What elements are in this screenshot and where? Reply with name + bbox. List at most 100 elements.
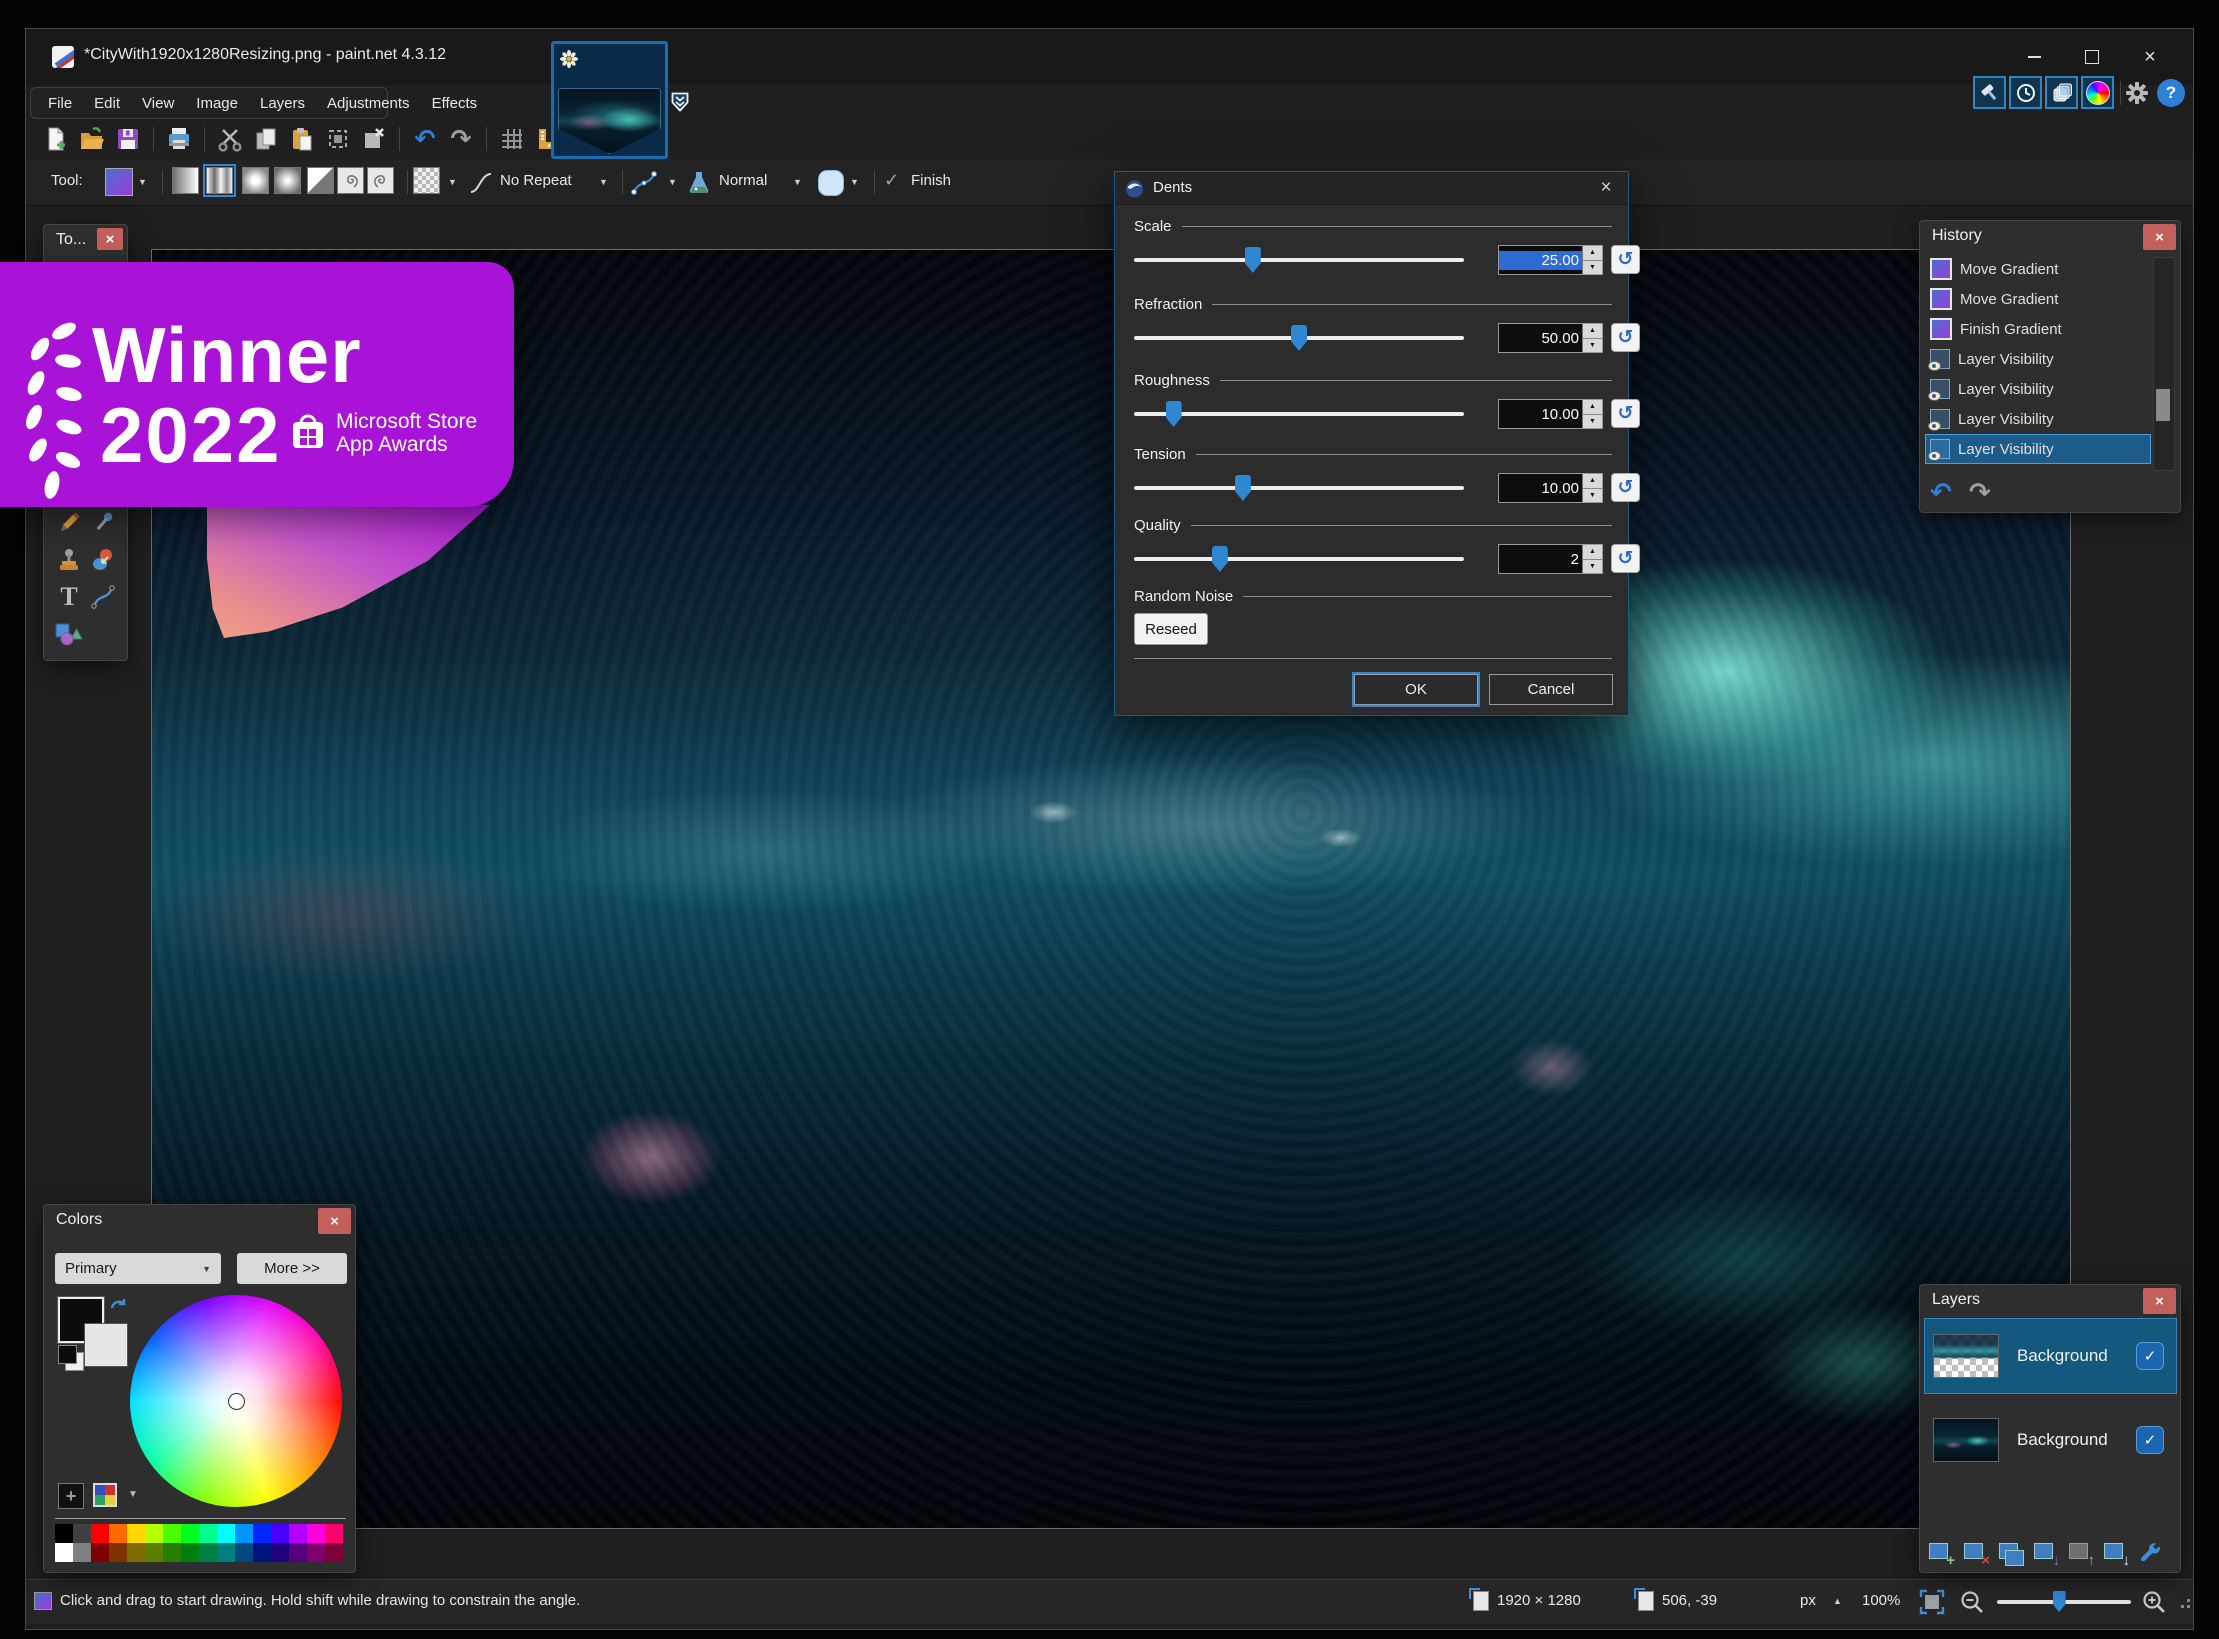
palette-swatch[interactable]	[73, 1524, 91, 1543]
refraction-slider-thumb[interactable]	[1291, 325, 1307, 351]
tension-value[interactable]: 10.00	[1499, 479, 1582, 498]
layer-row[interactable]: Background ✓	[1924, 1318, 2177, 1394]
save-icon[interactable]	[114, 125, 142, 153]
tension-slider[interactable]	[1134, 486, 1464, 490]
line-curve-tool-icon[interactable]	[89, 583, 117, 611]
history-item[interactable]: Move Gradient	[1925, 284, 2151, 314]
shapes-tool-icon[interactable]	[54, 620, 84, 648]
undo-icon[interactable]: ↶	[411, 125, 439, 153]
quality-value-box[interactable]: 2▲▼	[1498, 544, 1603, 574]
palette-swatch[interactable]	[271, 1543, 289, 1562]
palette-swatch[interactable]	[55, 1524, 73, 1543]
scale-value[interactable]: 25.00	[1499, 251, 1582, 270]
deselect-icon[interactable]	[360, 125, 388, 153]
palette-swatch[interactable]	[289, 1543, 307, 1562]
zoom-slider[interactable]	[1997, 1600, 2131, 1604]
palette-swatch[interactable]	[271, 1524, 289, 1543]
quality-reset-button[interactable]: ↺	[1611, 544, 1640, 573]
image-list-chevron-icon[interactable]	[671, 92, 689, 112]
antialias-caret[interactable]: ▼	[850, 177, 859, 187]
palette-swatch[interactable]	[109, 1524, 127, 1543]
recolor-tool-icon[interactable]	[89, 546, 117, 574]
help-button[interactable]: ?	[2156, 76, 2186, 109]
gradient-radial-button[interactable]	[274, 167, 301, 194]
refraction-value[interactable]: 50.00	[1499, 329, 1582, 348]
palette-swatch[interactable]	[217, 1543, 235, 1562]
layer-visibility-checkbox[interactable]: ✓	[2136, 1342, 2164, 1370]
zoom-out-icon[interactable]	[1959, 1589, 1985, 1615]
new-file-icon[interactable]	[42, 125, 70, 153]
history-item[interactable]: Layer Visibility	[1925, 374, 2151, 404]
more-button[interactable]: More >>	[237, 1253, 347, 1284]
history-scrollbar[interactable]	[2153, 257, 2175, 471]
palette-swatch[interactable]	[217, 1524, 235, 1543]
close-button[interactable]: ×	[2121, 37, 2179, 77]
grid-toggle-icon[interactable]	[498, 125, 526, 153]
tension-slider-thumb[interactable]	[1235, 475, 1251, 501]
quality-spinner[interactable]: ▲▼	[1582, 545, 1602, 573]
palette-swatch[interactable]	[163, 1543, 181, 1562]
document-tab[interactable]	[551, 41, 668, 159]
palette-swatch[interactable]	[163, 1524, 181, 1543]
roughness-reset-button[interactable]: ↺	[1611, 399, 1640, 428]
menu-file[interactable]: File	[37, 95, 83, 112]
history-item[interactable]: Move Gradient	[1925, 254, 2151, 284]
layers-panel-toggle[interactable]	[2045, 76, 2078, 109]
reset-colors-swatch[interactable]	[58, 1345, 77, 1364]
antialias-icon[interactable]	[818, 170, 844, 196]
palette-swatch[interactable]	[253, 1543, 271, 1562]
minimize-button[interactable]	[2005, 37, 2063, 77]
quality-slider[interactable]	[1134, 557, 1464, 561]
menu-layers[interactable]: Layers	[249, 95, 316, 112]
unit-caret[interactable]: ▲	[1833, 1596, 1842, 1606]
roughness-slider-thumb[interactable]	[1166, 401, 1182, 427]
color-selector[interactable]	[228, 1393, 245, 1410]
color-wheel[interactable]	[130, 1295, 342, 1507]
quality-slider-thumb[interactable]	[1212, 546, 1228, 572]
layer-row[interactable]: Background ✓	[1924, 1402, 2177, 1478]
zoom-in-icon[interactable]	[2141, 1589, 2167, 1615]
colors-panel-toggle[interactable]	[2081, 76, 2114, 109]
paste-icon[interactable]	[288, 125, 316, 153]
palette-swatch[interactable]	[289, 1524, 307, 1543]
eyedropper-tool-icon[interactable]	[89, 509, 117, 537]
gradient-cone-button[interactable]	[307, 167, 334, 194]
add-layer-button[interactable]: +	[1928, 1541, 1954, 1567]
tension-value-box[interactable]: 10.00▲▼	[1498, 473, 1603, 503]
layer-visibility-checkbox[interactable]: ✓	[2136, 1426, 2164, 1454]
merge-down-button[interactable]: ↓	[2033, 1541, 2059, 1567]
scale-spinner[interactable]: ▲▼	[1582, 246, 1602, 274]
gradient-spiral-cw-button[interactable]	[337, 167, 364, 194]
gradient-spiral-ccw-button[interactable]	[367, 167, 394, 194]
history-item[interactable]: Layer Visibility	[1925, 434, 2151, 464]
tension-spinner[interactable]: ▲▼	[1582, 474, 1602, 502]
roughness-value-box[interactable]: 10.00▲▼	[1498, 399, 1603, 429]
refraction-slider[interactable]	[1134, 336, 1464, 340]
palette-swatch[interactable]	[109, 1543, 127, 1562]
refraction-reset-button[interactable]: ↺	[1611, 323, 1640, 352]
refraction-value-box[interactable]: 50.00▲▼	[1498, 323, 1603, 353]
duplicate-layer-button[interactable]	[1998, 1541, 2024, 1567]
history-item[interactable]: Finish Gradient	[1925, 314, 2151, 344]
menu-adjustments[interactable]: Adjustments	[316, 95, 421, 112]
clone-stamp-tool-icon[interactable]	[55, 546, 83, 574]
menu-view[interactable]: View	[131, 95, 185, 112]
layer-properties-button[interactable]	[2138, 1541, 2164, 1567]
tool-dropdown-caret[interactable]: ▼	[138, 177, 147, 187]
palette-swatch[interactable]	[307, 1543, 325, 1562]
roughness-slider[interactable]	[1134, 412, 1464, 416]
palette-swatch[interactable]	[307, 1524, 325, 1543]
print-icon[interactable]	[165, 125, 193, 153]
layers-panel-close-button[interactable]: ×	[2143, 1288, 2176, 1314]
palette-swatch[interactable]	[145, 1524, 163, 1543]
text-tool-icon[interactable]: T	[60, 582, 77, 612]
gradient-diamond-button[interactable]	[242, 167, 269, 194]
secondary-color-swatch[interactable]	[84, 1323, 128, 1367]
quality-value[interactable]: 2	[1499, 550, 1582, 569]
transparency-mode-caret[interactable]: ▼	[448, 177, 457, 187]
unit-dropdown[interactable]: px	[1800, 1592, 1816, 1609]
history-redo-icon[interactable]: ↷	[1969, 477, 1991, 507]
interpolation-icon[interactable]	[469, 171, 493, 195]
menu-effects[interactable]: Effects	[421, 95, 489, 112]
blend-mode-value[interactable]: Normal	[719, 172, 767, 189]
